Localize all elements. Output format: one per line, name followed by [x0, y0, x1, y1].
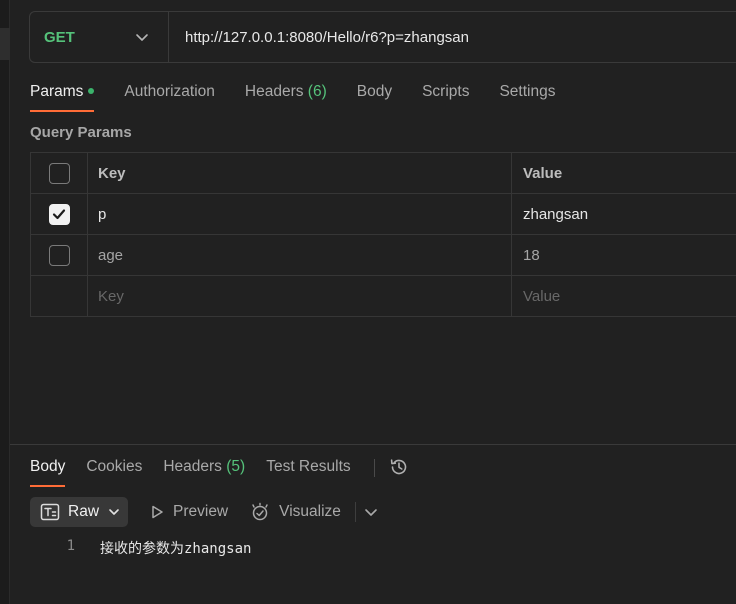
tab-headers-label: Headers — [244, 83, 304, 100]
tab-params-label: Params — [30, 83, 84, 100]
request-url-bar: GET http://127.0.0.1:8080/Hello/r6?p=zha… — [29, 11, 736, 63]
param-value-field[interactable]: 18 — [512, 235, 736, 275]
checkmark-icon — [52, 209, 66, 220]
response-tab-headers-label: Headers — [163, 458, 222, 475]
params-active-indicator — [88, 87, 95, 94]
query-params-title: Query Params — [30, 124, 132, 141]
play-icon — [152, 505, 163, 519]
visualize-button[interactable]: Visualize — [250, 502, 341, 522]
new-param-value-input[interactable]: Value — [512, 276, 736, 316]
format-raw-label: Raw — [68, 503, 100, 520]
new-param-key-input[interactable]: Key — [88, 276, 512, 316]
preview-label: Preview — [173, 503, 229, 520]
response-headers-count: (5) — [226, 458, 246, 475]
visualize-icon — [252, 502, 268, 521]
sidebar-selected-marker — [0, 28, 10, 60]
tab-body-label: Body — [356, 83, 393, 100]
param-key-field[interactable]: p — [88, 194, 512, 234]
history-icon[interactable] — [389, 457, 409, 477]
chevron-down-icon — [365, 509, 377, 516]
response-tab-test-results[interactable]: Test Results — [266, 457, 350, 487]
value-column-header: Value — [512, 153, 736, 193]
visualize-options-dropdown[interactable] — [363, 504, 379, 520]
response-body-editor[interactable]: 1 接收的参数为zhangsan — [30, 538, 252, 558]
select-all-cell — [31, 153, 88, 193]
response-tab-headers[interactable]: Headers (5) — [163, 457, 245, 487]
line-number: 1 — [66, 538, 75, 554]
tab-authorization[interactable]: Authorization — [124, 80, 214, 112]
tab-params[interactable]: Params — [30, 80, 95, 112]
param-value-field[interactable]: zhangsan — [512, 194, 736, 234]
tab-scripts[interactable]: Scripts — [422, 80, 469, 112]
text-format-icon — [40, 503, 60, 521]
preview-button[interactable]: Preview — [150, 503, 228, 521]
param-checkbox-checked[interactable] — [48, 203, 70, 225]
response-toolbar: Raw Preview Visualize — [30, 497, 379, 527]
left-sidebar-strip — [0, 0, 10, 604]
method-selector[interactable]: GET — [30, 12, 169, 62]
key-column-header: Key — [88, 153, 512, 193]
url-input[interactable]: http://127.0.0.1:8080/Hello/r6?p=zhangsa… — [169, 29, 469, 46]
tab-headers[interactable]: Headers (6) — [245, 80, 327, 112]
chevron-down-icon — [109, 509, 119, 515]
response-pane-divider[interactable] — [10, 444, 736, 445]
response-tab-cookies[interactable]: Cookies — [86, 457, 142, 487]
tab-body[interactable]: Body — [357, 80, 392, 112]
response-body-text: 接收的参数为zhangsan — [100, 541, 252, 557]
table-header-row: Key Value — [31, 153, 736, 194]
format-raw-dropdown[interactable]: Raw — [30, 497, 128, 527]
table-row: age 18 — [31, 235, 736, 276]
param-check-cell — [31, 194, 88, 234]
method-label: GET — [44, 28, 75, 46]
tabs-separator — [373, 459, 375, 477]
table-row: p zhangsan — [31, 194, 736, 235]
param-key-field[interactable]: age — [88, 235, 512, 275]
request-tabs: Params Authorization Headers (6) Body Sc… — [30, 80, 585, 112]
tab-authorization-label: Authorization — [124, 83, 215, 100]
tab-scripts-label: Scripts — [422, 83, 470, 100]
toolbar-separator — [354, 502, 356, 522]
tab-settings-label: Settings — [499, 83, 556, 100]
response-tabs: Body Cookies Headers (5) Test Results — [30, 457, 409, 487]
select-all-checkbox[interactable] — [48, 162, 70, 184]
headers-count: (6) — [307, 83, 327, 100]
new-param-check-cell — [31, 276, 88, 316]
param-checkbox[interactable] — [48, 244, 70, 266]
chevron-down-icon — [136, 34, 148, 41]
tab-settings[interactable]: Settings — [499, 80, 555, 112]
param-check-cell — [31, 235, 88, 275]
response-tab-body[interactable]: Body — [30, 457, 66, 487]
query-params-table: Key Value p zhangsan age 18 Key Value — [30, 152, 736, 317]
table-row-new: Key Value — [31, 276, 736, 317]
visualize-label: Visualize — [279, 503, 341, 520]
